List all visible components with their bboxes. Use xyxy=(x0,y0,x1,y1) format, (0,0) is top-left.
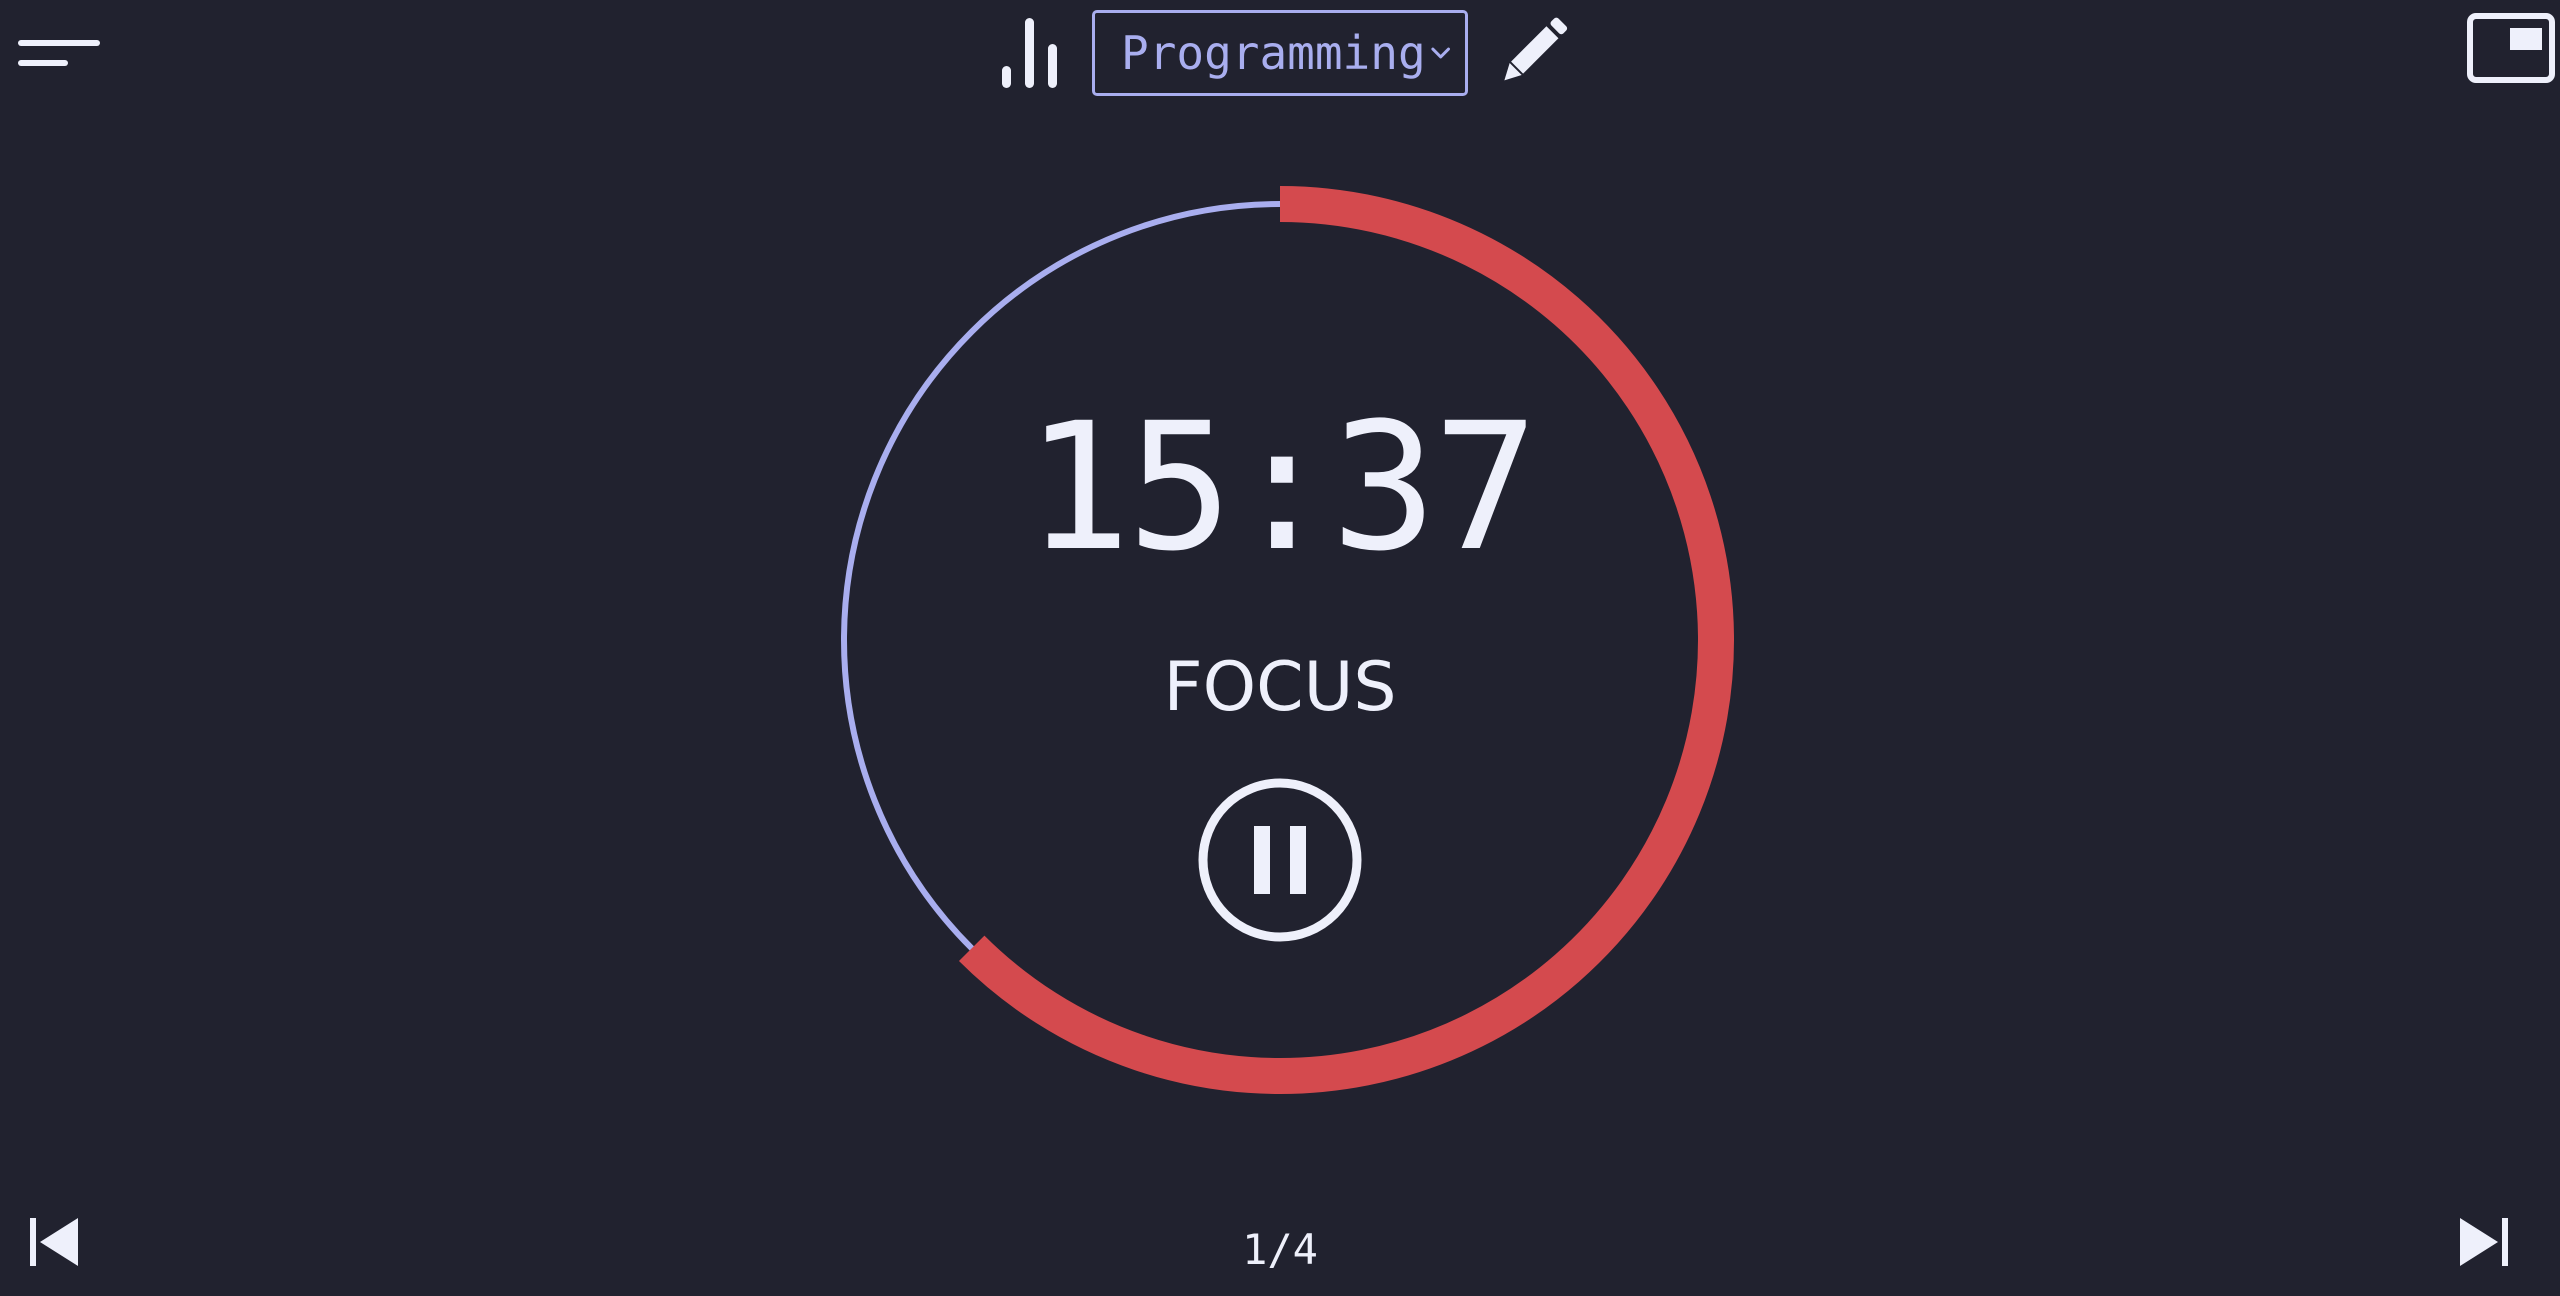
skip-previous-icon xyxy=(30,1218,78,1266)
timer-progress-arc xyxy=(958,186,1734,1094)
project-select[interactable]: Programming xyxy=(1092,10,1468,96)
statistics-button[interactable] xyxy=(998,14,1062,90)
timer-progress-ring xyxy=(841,186,1734,1094)
hamburger-menu-icon xyxy=(18,40,100,46)
picture-in-picture-button[interactable] xyxy=(2466,12,2556,84)
pause-button[interactable] xyxy=(1196,776,1364,944)
timer-mode-label: FOCUS xyxy=(1163,648,1397,727)
next-session-button[interactable] xyxy=(2454,1214,2510,1270)
pause-icon xyxy=(1198,778,1362,942)
chevron-down-icon xyxy=(1431,47,1450,59)
hamburger-menu-icon-short-line xyxy=(18,60,68,66)
project-select-value: Programming xyxy=(1121,26,1426,80)
menu-button[interactable] xyxy=(18,36,102,72)
bar-chart-icon xyxy=(1002,18,1057,88)
session-counter: 1/4 xyxy=(1242,1225,1318,1274)
edit-project-button[interactable] xyxy=(1494,12,1572,90)
previous-session-button[interactable] xyxy=(28,1214,84,1270)
picture-in-picture-icon xyxy=(2467,13,2555,83)
skip-next-icon xyxy=(2460,1218,2508,1266)
timer-display: 15:37 xyxy=(1025,385,1539,590)
pomodoro-app: Programming 15:37 FOCUS 1/4 xyxy=(0,0,2560,1296)
pencil-icon xyxy=(1504,17,1568,81)
